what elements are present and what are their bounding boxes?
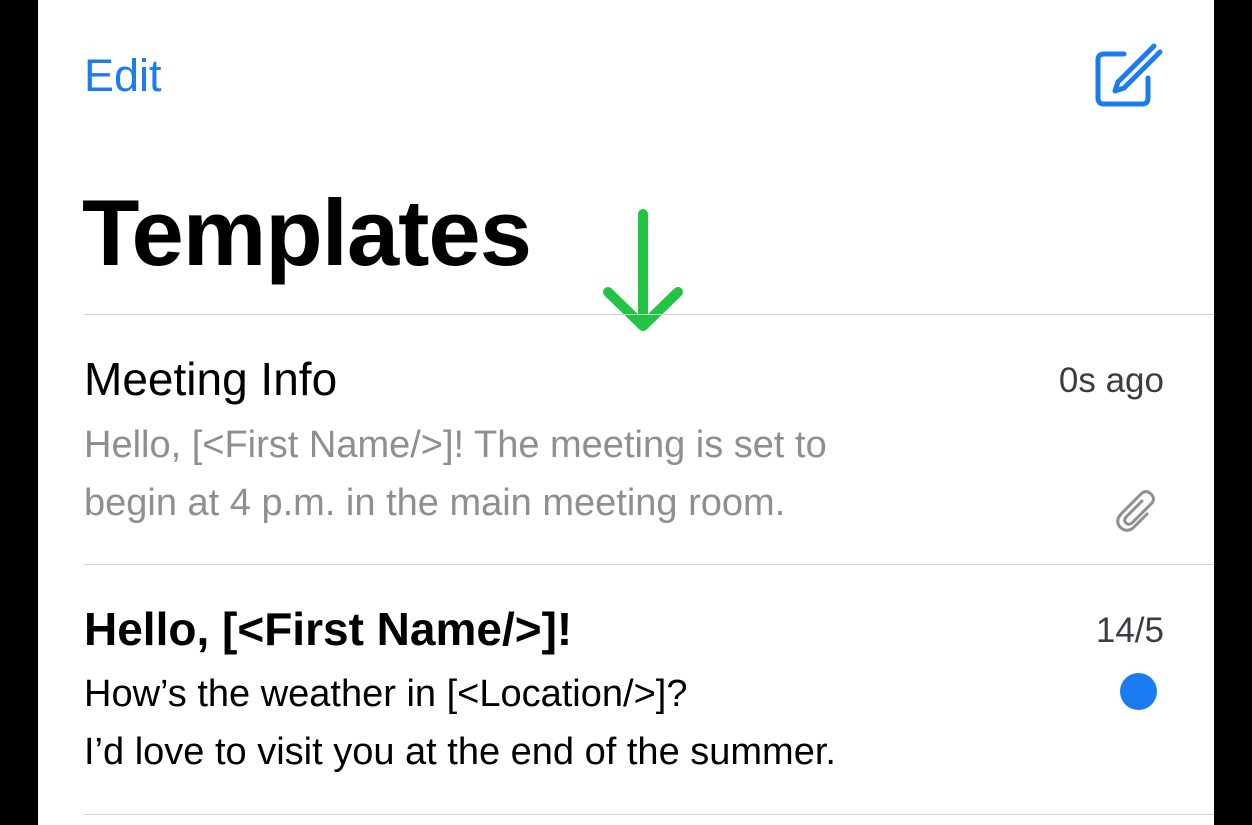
template-preview-line: How’s the weather in [<Location/>]? bbox=[84, 673, 688, 715]
template-row-meeting-info[interactable]: Meeting Info 0s ago Hello, [<First Name/… bbox=[38, 315, 1214, 564]
app-screen: Edit Templates Meeting Info 0s ago Hello… bbox=[38, 0, 1214, 825]
template-preview-line: begin at 4 p.m. in the main meeting room… bbox=[84, 482, 786, 524]
template-timestamp: 14/5 bbox=[1095, 611, 1164, 650]
list-separator bbox=[84, 814, 1214, 815]
compose-icon[interactable] bbox=[1094, 40, 1164, 110]
edit-button[interactable]: Edit bbox=[84, 48, 162, 104]
template-preview-line: I’d love to visit you at the end of the … bbox=[84, 731, 836, 773]
template-preview-line: Hello, [<First Name/>]! The meeting is s… bbox=[84, 424, 827, 466]
template-row-hello[interactable]: Hello, [<First Name/>]! 14/5 How’s the w… bbox=[38, 565, 1214, 815]
template-title: Meeting Info bbox=[84, 353, 338, 405]
page-title: Templates bbox=[82, 180, 532, 285]
template-title: Hello, [<First Name/>]! bbox=[84, 603, 573, 655]
paperclip-icon bbox=[1116, 490, 1155, 532]
unread-dot-icon bbox=[1120, 673, 1157, 710]
template-timestamp: 0s ago bbox=[1058, 361, 1164, 400]
